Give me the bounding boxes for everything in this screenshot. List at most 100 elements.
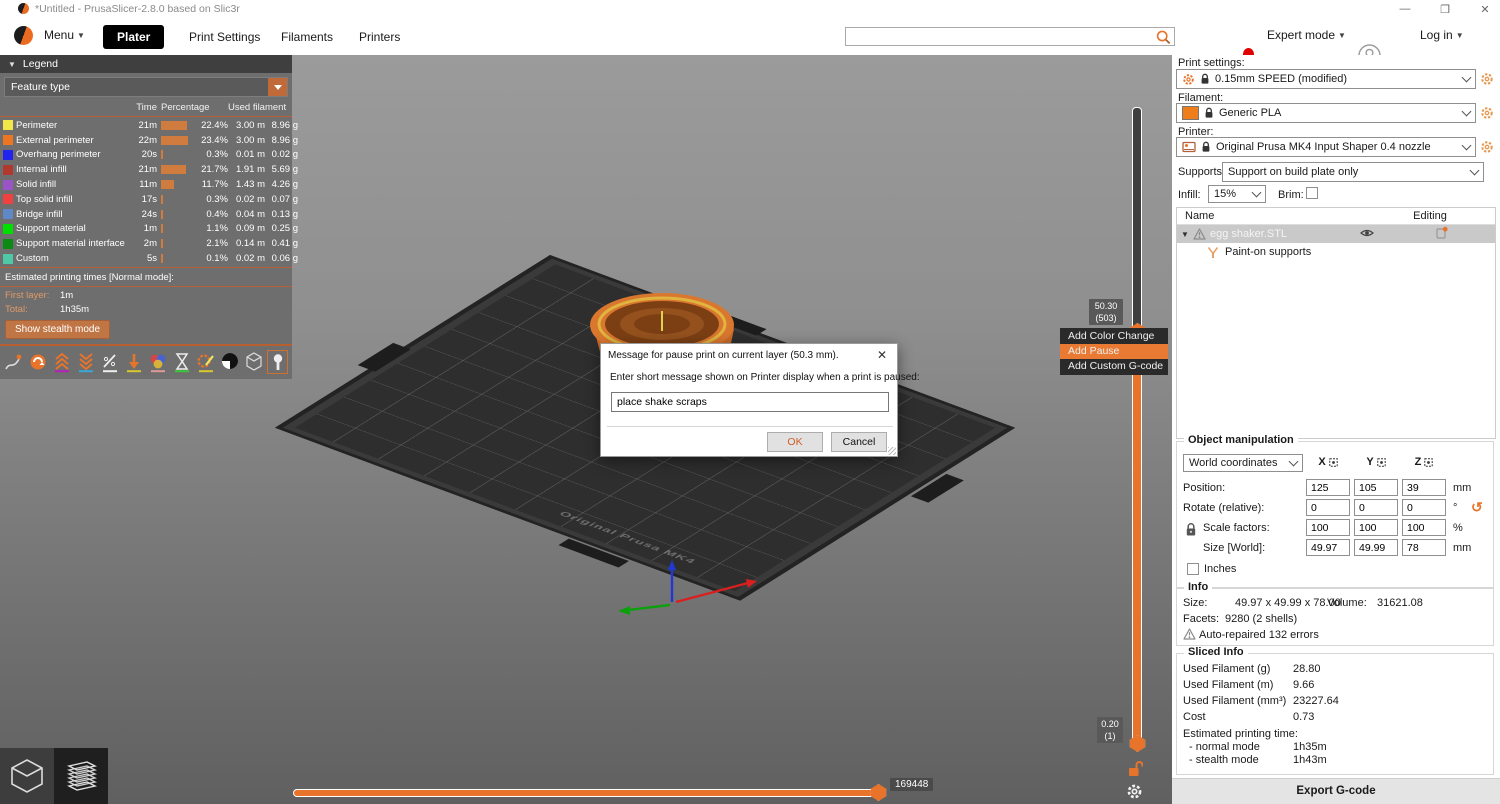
- moves-slider-track[interactable]: [293, 789, 880, 797]
- position-y-input[interactable]: [1354, 479, 1398, 496]
- size-y-input[interactable]: [1354, 539, 1398, 556]
- reset-rotation-icon[interactable]: ↺: [1471, 499, 1483, 516]
- tab-plater[interactable]: Plater: [103, 25, 164, 49]
- unlock-icon[interactable]: [1127, 760, 1143, 777]
- coordinates-select[interactable]: World coordinates: [1183, 454, 1303, 472]
- bed-tab: [358, 343, 411, 372]
- cancel-button[interactable]: Cancel: [831, 432, 887, 452]
- maximize-button[interactable]: ❐: [1438, 3, 1452, 16]
- print-settings-select[interactable]: 0.15mm SPEED (modified): [1176, 69, 1476, 89]
- object-row-paint-on-supports[interactable]: Paint-on supports: [1177, 243, 1495, 261]
- export-gcode-button[interactable]: Export G-code: [1172, 778, 1500, 804]
- collapse-triangle-icon[interactable]: ▼: [8, 60, 16, 69]
- lock-icon[interactable]: [1185, 522, 1197, 537]
- legend-pin-icon[interactable]: [267, 350, 288, 374]
- scale-z-input[interactable]: [1402, 519, 1446, 536]
- size-z-input[interactable]: [1402, 539, 1446, 556]
- supports-select[interactable]: Support on build plate only: [1222, 162, 1484, 182]
- resize-grip[interactable]: [888, 447, 896, 455]
- pause-message-input[interactable]: [611, 392, 889, 412]
- chevron-down-icon: ▼: [77, 31, 85, 40]
- dialog-title-bar[interactable]: Message for pause print on current layer…: [601, 344, 897, 366]
- close-icon[interactable]: ✕: [874, 348, 890, 362]
- preview-view-button[interactable]: [54, 748, 108, 804]
- tab-print-settings[interactable]: Print Settings: [175, 25, 274, 49]
- chevron-down-icon: [1462, 106, 1472, 116]
- position-z-input[interactable]: [1402, 479, 1446, 496]
- inches-checkbox[interactable]: [1187, 563, 1199, 575]
- login-menu[interactable]: Log in▼: [1420, 28, 1464, 42]
- search-icon[interactable]: [1155, 29, 1172, 46]
- tab-filaments[interactable]: Filaments: [267, 25, 347, 49]
- tab-printers[interactable]: Printers: [345, 25, 414, 49]
- menu-bar: Menu▼ Plater Print Settings Filaments Pr…: [0, 18, 1500, 55]
- layer-slider-track[interactable]: [1132, 107, 1142, 748]
- show-stealth-mode-button[interactable]: Show stealth mode: [5, 320, 110, 339]
- child-name: Paint-on supports: [1225, 246, 1311, 258]
- moves-slider-handle[interactable]: [870, 784, 887, 801]
- scale-x-input[interactable]: [1306, 519, 1350, 536]
- custom-gcode-icon[interactable]: [195, 350, 216, 374]
- estimated-times-title: Estimated printing times [Normal mode]:: [0, 269, 292, 285]
- view-type-select[interactable]: Feature type: [4, 77, 288, 97]
- wipe-icon[interactable]: [27, 350, 48, 374]
- minimize-button[interactable]: —: [1398, 3, 1412, 15]
- editor-view-button[interactable]: [0, 748, 54, 804]
- close-button[interactable]: ✕: [1478, 3, 1492, 16]
- tool-changes-icon[interactable]: [123, 350, 144, 374]
- shells-icon[interactable]: [219, 350, 240, 374]
- rotate-y-input[interactable]: [1354, 499, 1398, 516]
- axes-gizmo-icon: [600, 550, 780, 645]
- feature-color-swatch: [3, 135, 13, 145]
- search-input[interactable]: [848, 28, 1153, 45]
- retractions-icon[interactable]: [51, 350, 72, 374]
- infill-select[interactable]: 15%: [1208, 185, 1266, 203]
- travel-moves-icon[interactable]: [3, 350, 24, 374]
- box-icon[interactable]: [243, 350, 264, 374]
- bed-tab: [911, 474, 964, 503]
- print-settings-label: Print settings:: [1178, 57, 1245, 69]
- total-time-row: Total:1h35m: [0, 302, 292, 316]
- filament-gear-button[interactable]: [1480, 106, 1494, 120]
- layer-context-menu: Add Color Change Add Pause Add Custom G-…: [1060, 328, 1168, 375]
- dropdown-arrow-button[interactable]: [268, 78, 287, 96]
- color-changes-icon[interactable]: [147, 350, 168, 374]
- menu-item-add-custom-gcode[interactable]: Add Custom G-code: [1060, 359, 1168, 374]
- volume-label: Volume:: [1327, 597, 1367, 609]
- printer-select[interactable]: Original Prusa MK4 Input Shaper 0.4 nozz…: [1176, 137, 1476, 157]
- printer-gear-button[interactable]: [1480, 140, 1494, 154]
- size-x-input[interactable]: [1306, 539, 1350, 556]
- legend-row: Bridge infill24s0.4%0.04 m0.13 g: [0, 207, 292, 222]
- pause-prints-icon[interactable]: [171, 350, 192, 374]
- axis-target-icon: [1329, 458, 1338, 467]
- feature-color-swatch: [3, 180, 13, 190]
- filament-select[interactable]: Generic PLA: [1176, 103, 1476, 123]
- position-unit: mm: [1453, 482, 1471, 494]
- visibility-eye-icon[interactable]: [1347, 228, 1387, 241]
- rotate-x-input[interactable]: [1306, 499, 1350, 516]
- 3d-viewport[interactable]: Original Prusa MK4 ▼ Legend: [0, 55, 1172, 804]
- editing-icon[interactable]: [1387, 226, 1495, 242]
- position-x-input[interactable]: [1306, 479, 1350, 496]
- used-filament-m-value: 9.66: [1293, 679, 1314, 691]
- legend-header[interactable]: ▼ Legend: [0, 55, 292, 73]
- menu-dropdown[interactable]: Menu▼: [44, 28, 85, 42]
- legend-title: Legend: [23, 58, 58, 70]
- ok-button[interactable]: OK: [767, 432, 823, 452]
- object-row-egg-shaker[interactable]: ▼ egg shaker.STL: [1177, 225, 1495, 243]
- mode-selector[interactable]: Expert mode▼: [1267, 28, 1346, 42]
- seams-icon[interactable]: [99, 350, 120, 374]
- title-bar: *Untitled - PrusaSlicer-2.8.0 based on S…: [0, 0, 1500, 18]
- brim-checkbox[interactable]: [1306, 187, 1318, 199]
- menu-item-add-pause[interactable]: Add Pause: [1060, 344, 1168, 359]
- scale-y-input[interactable]: [1354, 519, 1398, 536]
- chevron-down-icon: [1289, 456, 1299, 466]
- menu-item-add-color-change[interactable]: Add Color Change: [1060, 329, 1168, 344]
- print-settings-gear-button[interactable]: [1480, 72, 1494, 86]
- rotate-z-input[interactable]: [1402, 499, 1446, 516]
- cube-icon: [9, 757, 45, 795]
- percentage-bar: [161, 150, 163, 159]
- gear-icon[interactable]: [1126, 783, 1143, 800]
- chevron-down-icon[interactable]: ▼: [1177, 230, 1193, 239]
- deretractions-icon[interactable]: [75, 350, 96, 374]
